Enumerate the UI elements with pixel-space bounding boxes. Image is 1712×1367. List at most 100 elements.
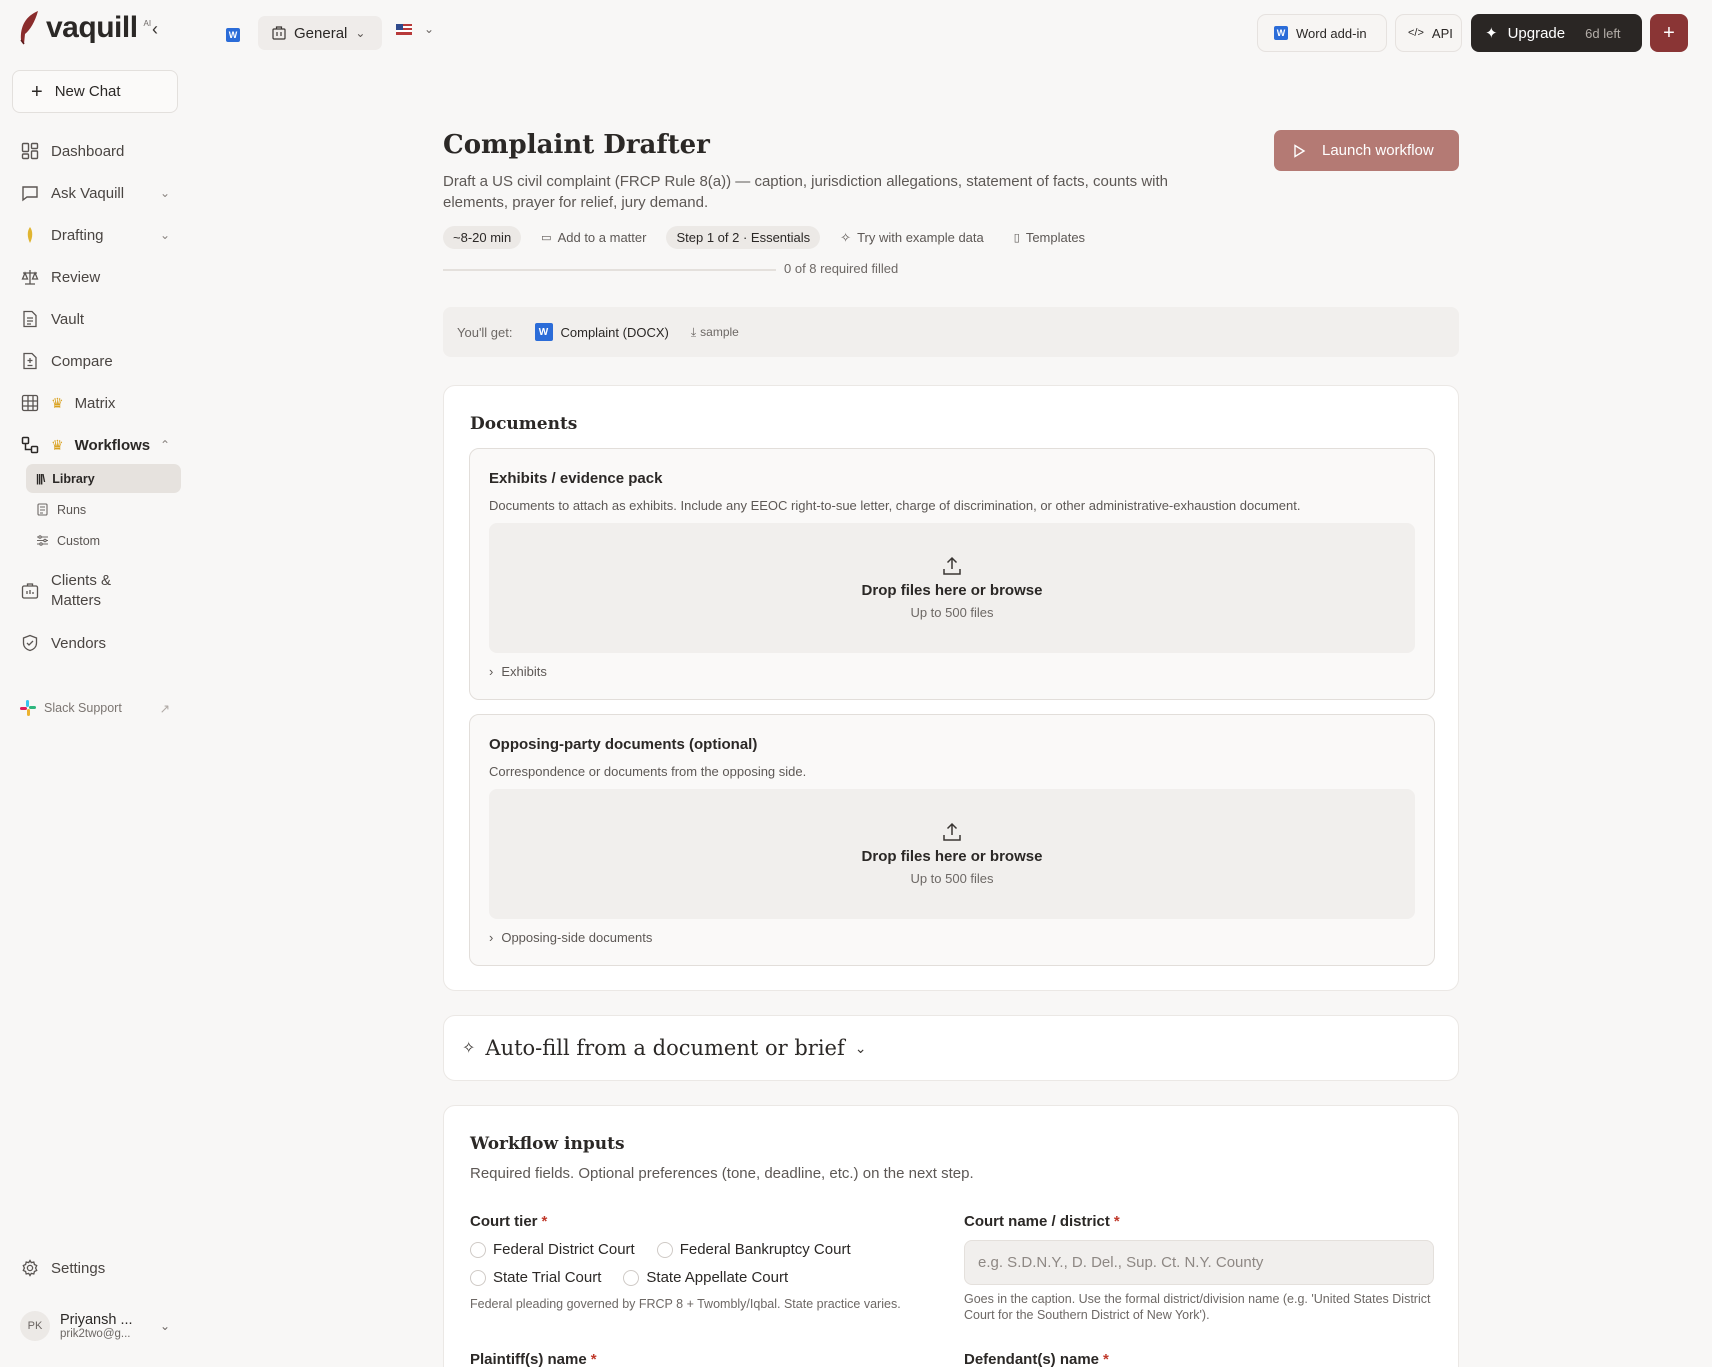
slack-support-link[interactable]: Slack Support ↗ bbox=[20, 700, 170, 716]
clients-label-line2: Matters bbox=[51, 592, 102, 609]
sidebar-item-clients-matters[interactable]: Clients & Matters bbox=[20, 571, 170, 611]
sidebar-item-settings[interactable]: Settings bbox=[20, 1258, 170, 1278]
jurisdiction-selector[interactable]: ⌄ bbox=[396, 22, 434, 36]
sidebar-item-review[interactable]: Review bbox=[20, 267, 170, 287]
add-to-matter-button[interactable]: ▭ Add to a matter bbox=[531, 226, 656, 249]
court-tier-label: Court tier * bbox=[470, 1213, 547, 1230]
sparkle-icon: ✦ bbox=[1485, 25, 1498, 42]
radio-state-trial[interactable]: State Trial Court bbox=[470, 1269, 601, 1286]
sidebar-subitem-runs[interactable]: Runs bbox=[26, 495, 181, 524]
sidebar-item-vendors[interactable]: Vendors bbox=[20, 633, 170, 653]
radio-state-appellate[interactable]: State Appellate Court bbox=[623, 1269, 788, 1286]
brand-logo[interactable]: vaquill AI bbox=[16, 10, 151, 46]
templates-button[interactable]: ▯ Templates bbox=[1004, 226, 1095, 249]
word-addin-button[interactable]: W Word add-in bbox=[1257, 14, 1387, 52]
upload-icon bbox=[942, 556, 962, 576]
user-name: Priyansh ... bbox=[60, 1312, 133, 1328]
opposing-expander[interactable]: › Opposing-side documents bbox=[489, 930, 652, 945]
launch-label: Launch workflow bbox=[1322, 142, 1434, 159]
plus-icon: + bbox=[31, 80, 43, 103]
new-chat-button[interactable]: + New Chat bbox=[12, 70, 178, 113]
try-example-button[interactable]: ✧ Try with example data bbox=[830, 226, 994, 249]
sparkle-icon: ✧ bbox=[840, 229, 852, 245]
sidebar-item-vault[interactable]: Vault bbox=[20, 309, 170, 329]
collapse-sidebar-button[interactable]: ‹ bbox=[152, 19, 158, 40]
download-sample-link[interactable]: ⤓ sample bbox=[691, 325, 739, 340]
exhibits-expander[interactable]: › Exhibits bbox=[489, 664, 547, 679]
sidebar-item-label: Review bbox=[51, 268, 101, 286]
sidebar-item-label: Drafting bbox=[51, 226, 104, 244]
us-flag-icon bbox=[396, 23, 412, 35]
sidebar-item-label: Settings bbox=[51, 1259, 106, 1277]
opposing-dropzone[interactable]: Drop files here or browse Up to 500 file… bbox=[489, 789, 1415, 919]
quill-logo-icon bbox=[16, 10, 42, 46]
dashboard-icon bbox=[20, 141, 40, 161]
output-document-label: Complaint (DOCX) bbox=[560, 324, 669, 340]
autofill-toggle[interactable]: ✧ Auto-fill from a document or brief ⌄ bbox=[443, 1015, 1459, 1081]
sliders-icon bbox=[36, 534, 49, 547]
clients-label-line1: Clients & bbox=[51, 572, 112, 589]
brand-name: vaquill bbox=[46, 11, 138, 44]
user-menu[interactable]: PK Priyansh ... prik2two@g... ⌄ bbox=[20, 1306, 170, 1346]
chat-bubble-icon bbox=[20, 183, 40, 203]
sidebar-subitem-custom[interactable]: Custom bbox=[26, 526, 181, 555]
bookmark-icon: ▯ bbox=[1013, 232, 1020, 244]
crown-icon: ♛ bbox=[51, 394, 64, 411]
radio-dot bbox=[623, 1269, 640, 1286]
sidebar-item-label: Workflows bbox=[74, 436, 151, 454]
word-icon: W bbox=[1274, 26, 1288, 40]
api-label: API bbox=[1431, 25, 1453, 41]
field-label-text: Court tier bbox=[470, 1213, 538, 1230]
word-icon[interactable]: W bbox=[226, 25, 240, 43]
sidebar-item-matrix[interactable]: ♛ Matrix bbox=[20, 393, 170, 413]
dropzone-limit: Up to 500 files bbox=[910, 871, 994, 886]
crown-icon: ♛ bbox=[51, 436, 64, 453]
page-title: Complaint Drafter bbox=[443, 130, 710, 160]
chevron-right-icon: › bbox=[489, 664, 494, 679]
workflow-inputs-title: Workflow inputs bbox=[470, 1134, 625, 1154]
try-example-label: Try with example data bbox=[857, 230, 984, 245]
grid-icon bbox=[20, 393, 40, 413]
radio-label: State Appellate Court bbox=[646, 1269, 789, 1286]
workspace-selector[interactable]: General ⌄ bbox=[258, 16, 382, 50]
scales-icon bbox=[20, 267, 40, 287]
radio-federal-district[interactable]: Federal District Court bbox=[470, 1241, 635, 1258]
create-button[interactable]: + bbox=[1650, 14, 1688, 52]
field-label-text: Plaintiff(s) name bbox=[470, 1351, 587, 1367]
exhibits-dropzone[interactable]: Drop files here or browse Up to 500 file… bbox=[489, 523, 1415, 653]
sidebar-item-compare[interactable]: Compare bbox=[20, 351, 170, 371]
chevron-down-icon: ⌄ bbox=[355, 26, 366, 40]
required-marker: * bbox=[1113, 1213, 1120, 1230]
radio-dot bbox=[470, 1269, 486, 1286]
workflow-icon bbox=[20, 435, 40, 455]
workspace-label: General bbox=[294, 24, 348, 42]
sidebar-item-label: Clients & Matters bbox=[51, 571, 111, 611]
chevron-down-icon: ⌄ bbox=[159, 186, 170, 200]
launch-workflow-button[interactable]: Launch workflow bbox=[1274, 130, 1459, 171]
required-marker: * bbox=[590, 1351, 597, 1367]
upload-icon bbox=[942, 822, 962, 842]
expander-label: Opposing-side documents bbox=[501, 930, 653, 945]
sidebar-item-dashboard[interactable]: Dashboard bbox=[20, 141, 170, 161]
sidebar-item-ask-vaquill[interactable]: Ask Vaquill ⌄ bbox=[20, 183, 170, 203]
upgrade-button[interactable]: ✦ Upgrade 6d left bbox=[1471, 14, 1642, 52]
radio-label: Federal Bankruptcy Court bbox=[679, 1241, 851, 1258]
sidebar-subitem-library[interactable]: |||\ Library bbox=[26, 464, 181, 493]
field-label-text: Court name / district bbox=[964, 1213, 1110, 1230]
sidebar-subitem-label: Runs bbox=[57, 502, 87, 517]
radio-federal-bankruptcy[interactable]: Federal Bankruptcy Court bbox=[656, 1241, 851, 1258]
chevron-down-icon: ⌄ bbox=[424, 22, 435, 36]
document-icon bbox=[20, 309, 40, 329]
compare-icon bbox=[20, 351, 40, 371]
radio-label: Federal District Court bbox=[493, 1241, 635, 1258]
court-name-input[interactable] bbox=[964, 1240, 1434, 1285]
sidebar-item-drafting[interactable]: Drafting ⌄ bbox=[20, 225, 170, 245]
play-icon bbox=[1292, 143, 1306, 158]
sidebar-item-workflows[interactable]: ♛ Workflows ⌃ bbox=[20, 435, 170, 455]
api-button[interactable]: </> API bbox=[1395, 14, 1462, 52]
pen-icon bbox=[20, 225, 40, 245]
court-name-hint: Goes in the caption. Use the formal dist… bbox=[964, 1292, 1431, 1322]
plus-icon: + bbox=[1663, 21, 1675, 44]
defendant-name-label: Defendant(s) name * bbox=[964, 1351, 1109, 1367]
chevron-down-icon: ⌄ bbox=[854, 1039, 867, 1056]
